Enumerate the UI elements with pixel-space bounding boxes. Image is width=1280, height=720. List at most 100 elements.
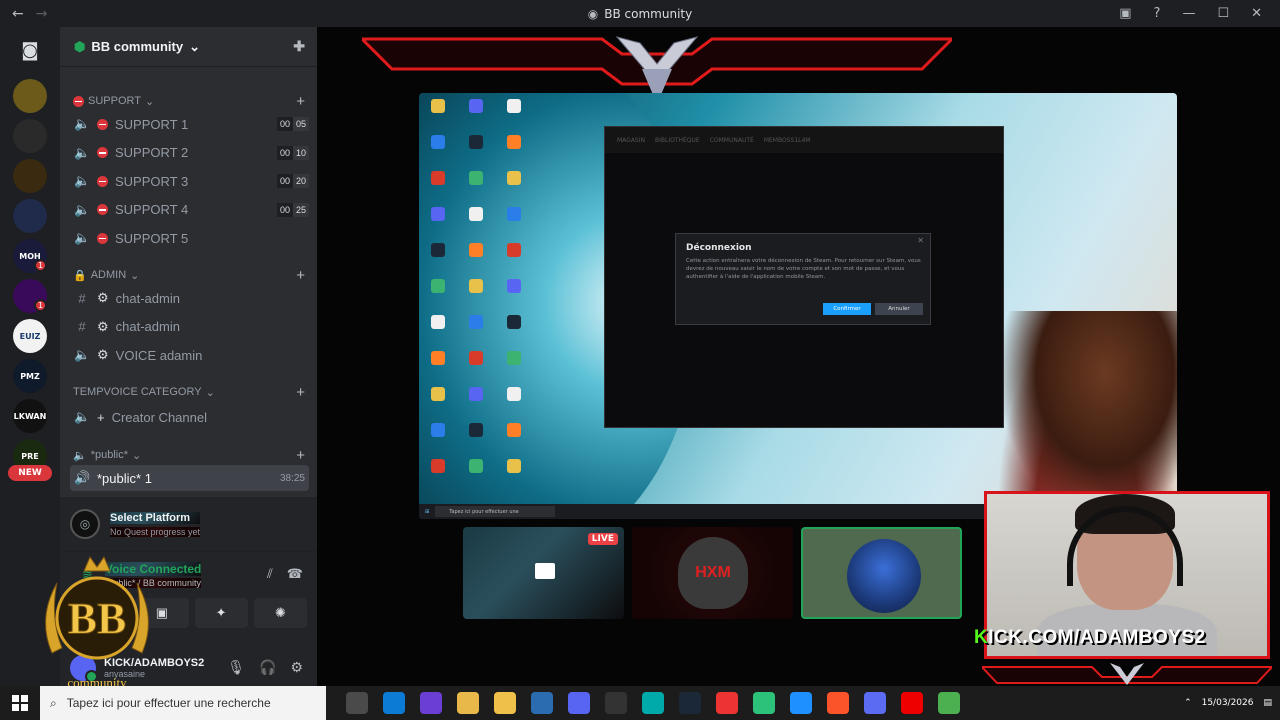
activities-button[interactable]: ✦ xyxy=(194,598,248,628)
channel-admin[interactable]: # ⚙ chat-admin xyxy=(70,314,309,340)
hxm-avatar: HXM xyxy=(678,537,748,609)
quest-panel[interactable]: ◎ Select Platform No Quest progress yet xyxy=(60,497,317,551)
channel-public[interactable]: 🔊 *public* 1 38:25 xyxy=(70,465,309,491)
add-channel-icon[interactable]: + xyxy=(296,93,305,110)
server-icon: ⬢ xyxy=(74,38,86,54)
limit-max: 25 xyxy=(292,202,309,217)
server-header[interactable]: ⬢ BB community ⌄ ✚ xyxy=(60,27,317,67)
add-member-icon[interactable]: ✚ xyxy=(293,38,305,55)
channel-support[interactable]: 🔈 SUPPORT 1 00 05 xyxy=(70,111,309,137)
server-icon[interactable] xyxy=(13,79,47,113)
no-entry-icon xyxy=(73,95,84,107)
taskbar-app-icon[interactable] xyxy=(938,692,960,714)
channel-admin[interactable]: 🔈 ⚙ VOICE adamin xyxy=(70,342,309,368)
channel-support[interactable]: 🔈 SUPPORT 5 xyxy=(70,225,309,251)
channel-sidebar: ⬢ BB community ⌄ ✚ SUPPORT ⌄ + 🔈 SUPPORT … xyxy=(60,27,317,686)
server-icon[interactable]: EUIZ xyxy=(13,319,47,353)
channel-creator[interactable]: 🔈 + Creator Channel xyxy=(70,404,309,430)
microphone-icon[interactable]: 🎙 xyxy=(227,659,245,676)
gear-icon: ⚙ xyxy=(97,290,109,305)
taskbar-app-icon[interactable] xyxy=(753,692,775,714)
close-icon[interactable]: ✕ xyxy=(1251,6,1262,21)
taskbar-app-icon[interactable] xyxy=(605,692,627,714)
server-icon[interactable] xyxy=(13,159,47,193)
channel-admin[interactable]: # ⚙ chat-admin xyxy=(70,285,309,311)
add-channel-icon[interactable]: + xyxy=(296,447,305,464)
taskbar-app-icon[interactable] xyxy=(901,692,923,714)
channel-name: SUPPORT 2 xyxy=(115,145,189,160)
camera-button[interactable]: ▭ xyxy=(76,598,130,628)
noise-suppression-icon[interactable]: ⫽ xyxy=(267,566,273,582)
disconnect-icon[interactable]: ☎ xyxy=(287,566,303,582)
taskbar-apps xyxy=(326,692,960,714)
headphones-icon[interactable]: 🎧 xyxy=(259,659,276,676)
speaker-icon: 🔈 xyxy=(74,347,91,362)
maximize-icon[interactable]: ☐ xyxy=(1217,6,1229,21)
taskbar-app-icon[interactable] xyxy=(457,692,479,714)
speaker-icon: 🔈 xyxy=(73,449,87,462)
user-limit: 00 10 xyxy=(276,145,309,160)
taskbar-app-icon[interactable] xyxy=(827,692,849,714)
clock[interactable]: 15/03/2026 xyxy=(1202,697,1254,709)
taskbar-app-icon[interactable] xyxy=(642,692,664,714)
add-channel-icon[interactable]: + xyxy=(296,384,305,401)
user-panel[interactable]: KICK/ADAMBOYS2 anyasaine 🎙 🎧 ⚙ xyxy=(60,649,317,686)
dialog-body: Cette action entraînera votre déconnexio… xyxy=(686,258,921,280)
taskbar-app-icon[interactable] xyxy=(420,692,442,714)
stream-tile-hxm[interactable]: HXM xyxy=(632,527,793,619)
taskbar-app-icon[interactable] xyxy=(383,692,405,714)
live-badge: LIVE xyxy=(587,533,618,545)
channel-support[interactable]: 🔈 SUPPORT 2 00 10 xyxy=(70,140,309,166)
stream-tile-penguin[interactable] xyxy=(801,527,962,619)
discord-home-icon[interactable]: ◙ xyxy=(13,33,47,67)
minimize-icon[interactable]: — xyxy=(1182,6,1195,21)
taskbar-app-icon[interactable] xyxy=(790,692,812,714)
logout-dialog: Déconnexion ✕ Cette action entraînera vo… xyxy=(675,233,931,325)
title-bar: ← → ◉ BB community ▣ ? — ☐ ✕ xyxy=(0,0,1280,27)
taskbar-app-icon[interactable] xyxy=(494,692,516,714)
add-channel-icon[interactable]: + xyxy=(296,267,305,284)
notification-icon[interactable]: ▤ xyxy=(1263,698,1272,708)
limit-current: 00 xyxy=(276,174,293,188)
screen-share-button[interactable]: ▣ xyxy=(135,598,189,628)
avatar[interactable] xyxy=(70,654,98,683)
stream-tile-screen[interactable]: LIVE xyxy=(463,527,624,619)
help-icon[interactable]: ? xyxy=(1154,6,1161,21)
soundboard-button[interactable]: ✺ xyxy=(253,598,307,628)
start-button[interactable] xyxy=(0,686,40,720)
taskbar-app-icon[interactable] xyxy=(346,692,368,714)
category-admin[interactable]: 🔒 ADMIN ⌄ + xyxy=(73,267,305,284)
server-icon[interactable]: LKWAN xyxy=(13,399,47,433)
steam-tab: MAGASIN xyxy=(617,136,645,144)
desktop-icon xyxy=(431,135,445,149)
server-icon[interactable] xyxy=(13,119,47,153)
server-rail: ◙ MOH EUIZ PMZ LKWAN PRE 1 1 NEW xyxy=(0,27,60,686)
windows-icon xyxy=(12,695,28,711)
server-icon[interactable] xyxy=(13,199,47,233)
voice-status-label[interactable]: Voice Connected xyxy=(104,562,202,576)
taskbar-app-icon[interactable] xyxy=(568,692,590,714)
unread-badge: 1 xyxy=(34,259,47,272)
chevron-up-icon[interactable]: ⌃ xyxy=(1184,698,1192,708)
speaker-icon: 🔈 xyxy=(74,201,91,217)
desktop-icon xyxy=(469,99,483,113)
server-icon: ◉ xyxy=(587,6,599,21)
taskbar-search[interactable]: ⌕ Tapez ici pour effectuer une recherche xyxy=(40,686,326,720)
desktop-icon xyxy=(431,99,445,113)
channel-support[interactable]: 🔈 SUPPORT 3 00 20 xyxy=(70,168,309,194)
taskbar-app-icon[interactable] xyxy=(531,692,553,714)
user-limit: 00 25 xyxy=(276,202,309,217)
server-icon[interactable]: PMZ xyxy=(13,359,47,393)
taskbar-app-icon[interactable] xyxy=(864,692,886,714)
forward-arrow-icon[interactable]: → xyxy=(36,6,48,22)
inbox-icon[interactable]: ▣ xyxy=(1119,6,1131,21)
category-support[interactable]: SUPPORT ⌄ + xyxy=(73,93,305,110)
category-public[interactable]: 🔈 *public* ⌄ + xyxy=(73,447,305,464)
voice-panel: ≋ Voice Connected *public* / BB communit… xyxy=(60,551,317,649)
category-tempvoice[interactable]: TEMPVOICE CATEGORY ⌄ + xyxy=(73,384,305,401)
taskbar-app-icon[interactable] xyxy=(679,692,701,714)
taskbar-app-icon[interactable] xyxy=(716,692,738,714)
channel-support[interactable]: 🔈 SUPPORT 4 00 25 xyxy=(70,197,309,223)
back-arrow-icon[interactable]: ← xyxy=(12,6,24,22)
gear-icon[interactable]: ⚙ xyxy=(290,659,303,676)
